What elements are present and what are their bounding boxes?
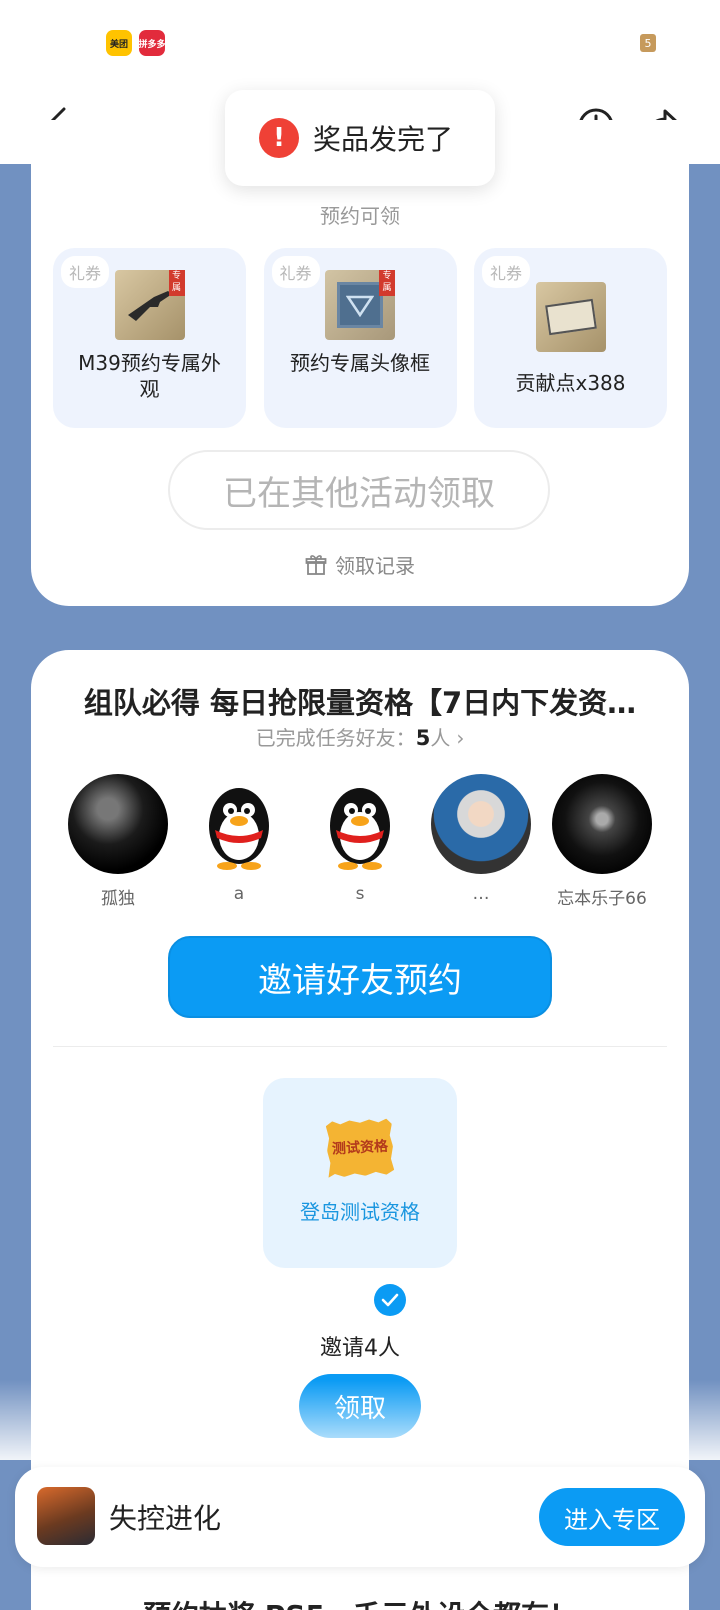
qq-penguin-avatar — [310, 774, 410, 874]
lottery-title: 预约抽奖 PS5、千元外设全都有！ — [31, 1594, 689, 1610]
exclusive-badge: 专属 — [168, 270, 185, 296]
toast-text: 奖品发完了 — [313, 123, 454, 156]
avatar — [552, 774, 652, 874]
completed-friends-unit: 人 — [430, 726, 451, 750]
test-qualification-badge-icon: 测试资格 — [326, 1118, 395, 1177]
record-label: 领取记录 — [335, 554, 415, 578]
toast-message: ! 奖品发完了 — [225, 90, 495, 186]
friend-name: … — [472, 884, 490, 904]
invite-friends-button[interactable]: 邀请好友预约 — [168, 936, 552, 1018]
exclusive-badge: 专属 — [379, 270, 395, 296]
card-subtitle: 预约可领 — [320, 204, 400, 228]
game-entry-bar: 失控进化 进入专区 — [15, 1467, 705, 1567]
friend-item[interactable]: 忘本乐子66 — [547, 774, 657, 909]
coupon-tag: 礼券 — [482, 256, 531, 288]
friend-name: 孤独 — [101, 889, 135, 909]
team-task-card: 组队必得 每日抢限量资格【7日内下发资… 已完成任务好友：5人 › 孤独 a s … — [31, 650, 689, 1610]
completed-friends-count: 5 — [415, 726, 431, 750]
reward-name: 贡献点x388 — [515, 371, 626, 395]
invite-requirement: 邀请4人 — [320, 1336, 400, 1361]
gift-icon — [305, 554, 327, 575]
reward-name: 预约专属头像框 — [290, 351, 430, 375]
test-qualification-reward[interactable]: 测试资格 登岛测试资格 — [263, 1078, 457, 1268]
reward-item-contribution[interactable]: 礼券 贡献点x388 — [474, 248, 667, 428]
exclamation-icon: ! — [259, 118, 299, 158]
completed-friends-label: 已完成任务好友： — [255, 726, 416, 750]
lottery-card: 预约抽奖 PS5、千元外设全都有！ — [31, 1566, 689, 1610]
game-icon[interactable] — [37, 1487, 95, 1545]
chevron-right-icon: › — [456, 726, 465, 750]
avatar-frame-icon: 专属 — [325, 270, 395, 340]
reservation-reward-card: 预约获专属限定福利 预约可领 礼券 专属 M39预约专属外观 礼券 专属 预约专… — [31, 120, 689, 606]
already-claimed-button[interactable]: 已在其他活动领取 — [168, 450, 550, 530]
divider — [53, 1046, 667, 1047]
friend-name: s — [355, 884, 365, 904]
friend-list: 孤独 a s … 忘本乐子66 — [63, 774, 657, 909]
pinduoduo-icon: 拼多多 — [139, 30, 165, 56]
banknote-icon — [535, 282, 606, 352]
friend-item[interactable]: s — [305, 774, 415, 909]
game-name: 失控进化 — [109, 1502, 222, 1535]
reward-name: M39预约专属外观 — [78, 351, 221, 401]
coupon-tag: 礼券 — [61, 256, 110, 288]
reward-list: 礼券 专属 M39预约专属外观 礼券 专属 预约专属头像框 礼券 贡献点x388 — [53, 248, 667, 428]
team-task-title: 组队必得 每日抢限量资格【7日内下发资… — [83, 686, 637, 720]
meituan-icon: 美团 — [106, 30, 132, 56]
battery-icon: 5 — [640, 34, 656, 52]
reward-item-avatar-frame[interactable]: 礼券 专属 预约专属头像框 — [263, 248, 457, 428]
avatar — [68, 774, 168, 874]
claim-record-link[interactable]: 领取记录 — [31, 550, 689, 579]
checkmark-icon — [374, 1284, 406, 1316]
coupon-tag: 礼券 — [271, 256, 320, 288]
qq-penguin-avatar — [189, 774, 289, 874]
friend-name: a — [233, 884, 245, 904]
friend-item[interactable]: a — [184, 774, 294, 909]
friend-name: 忘本乐子66 — [557, 889, 647, 909]
rifle-icon: 专属 — [114, 270, 185, 340]
qualification-name: 登岛测试资格 — [300, 1200, 420, 1224]
bottom-fade — [0, 1380, 720, 1460]
completed-friends-link[interactable]: 已完成任务好友：5人 › — [31, 722, 689, 751]
enter-zone-button[interactable]: 进入专区 — [539, 1488, 685, 1546]
reward-item-m39-skin[interactable]: 礼券 专属 M39预约专属外观 — [53, 248, 246, 428]
avatar — [431, 774, 531, 874]
friend-item[interactable]: … — [426, 774, 536, 909]
friend-item[interactable]: 孤独 — [63, 774, 173, 909]
status-bar: 美团 拼多多 5 — [0, 0, 720, 88]
